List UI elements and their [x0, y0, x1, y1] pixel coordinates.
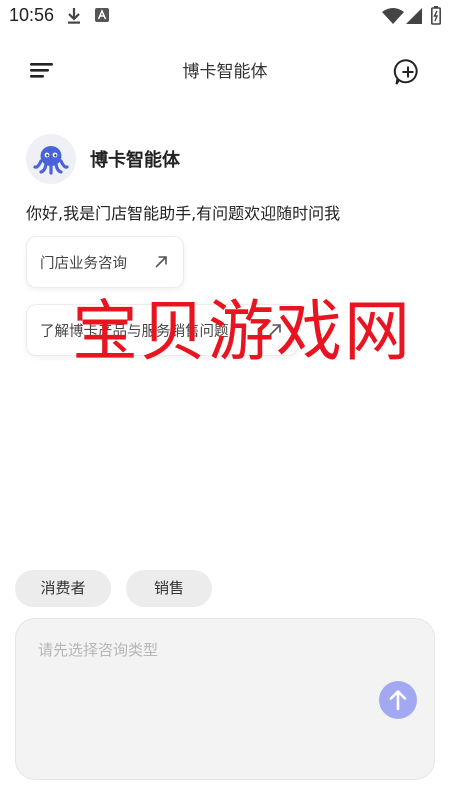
- a-badge-icon: [95, 8, 109, 22]
- input-placeholder: 请先选择咨询类型: [38, 641, 159, 659]
- greeting-message: 你好,我是门店智能助手,有问题欢迎随时问我: [26, 204, 341, 223]
- send-button[interactable]: [379, 681, 417, 719]
- battery-icon: [431, 6, 441, 25]
- octopus-icon: [33, 146, 69, 175]
- status-bar: 10:56: [0, 0, 450, 32]
- watermark: 宝贝游戏网: [72, 293, 412, 370]
- suggestion-label: 门店业务咨询: [40, 255, 127, 272]
- avatar: [26, 134, 76, 184]
- status-time: 10:56: [9, 5, 55, 25]
- add-chat-icon[interactable]: [392, 56, 424, 88]
- arrow-up-right-icon: [155, 256, 167, 268]
- app-header: 博卡智能体: [0, 40, 450, 100]
- chip-sales[interactable]: 销售: [126, 570, 212, 607]
- download-icon: [68, 8, 80, 24]
- chip-consumer[interactable]: 消费者: [15, 570, 111, 607]
- arrow-up-icon: [389, 690, 407, 711]
- message-input[interactable]: 请先选择咨询类型: [15, 618, 435, 780]
- page-title: 博卡智能体: [182, 62, 268, 82]
- wifi-icon: [382, 8, 404, 24]
- agent-name: 博卡智能体: [90, 150, 180, 171]
- signal-icon: [406, 8, 422, 24]
